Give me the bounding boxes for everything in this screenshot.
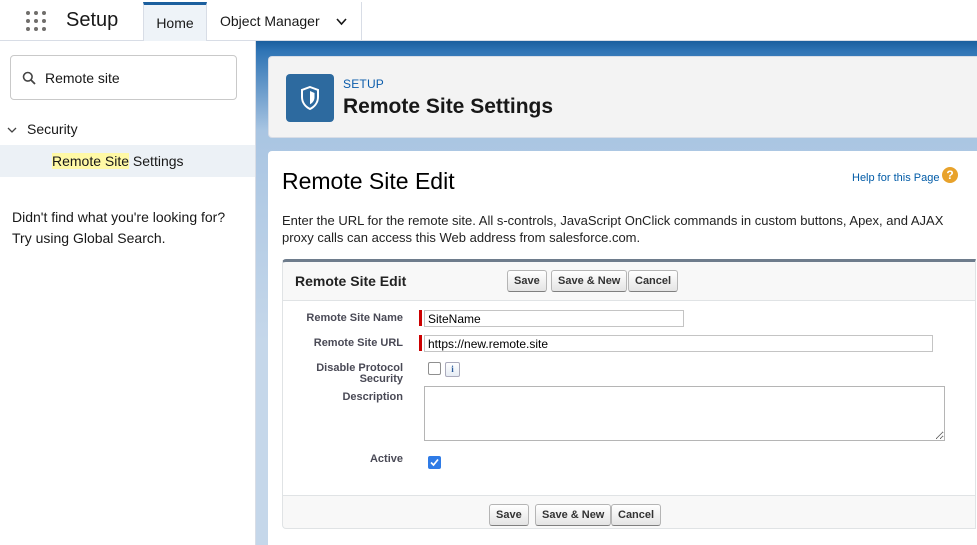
setup-badge xyxy=(286,74,334,122)
help-link[interactable]: Help for this Page xyxy=(852,172,939,184)
global-navigation: Setup Home Object Manager xyxy=(0,0,977,41)
not-found-line: Didn't find what you're looking for? xyxy=(12,209,226,225)
tree-item-label-rest: Settings xyxy=(129,153,184,169)
cancel-button-bottom[interactable]: Cancel xyxy=(611,504,662,526)
quick-find-box[interactable] xyxy=(10,55,237,100)
page-block-title: Remote Site Edit xyxy=(295,273,407,289)
disable-protocol-security-checkbox[interactable] xyxy=(428,362,441,375)
not-found-message: Didn't find what you're looking for? Try… xyxy=(12,207,248,249)
shield-icon xyxy=(301,86,319,110)
tree-item-label: Remote Site Settings xyxy=(52,153,184,169)
app-launcher-icon[interactable] xyxy=(26,11,48,33)
required-indicator xyxy=(419,335,422,351)
active-label: Active xyxy=(369,453,403,465)
remote-site-name-input[interactable] xyxy=(424,310,684,327)
search-match-highlight: Remote Site xyxy=(52,153,130,169)
description-textarea[interactable] xyxy=(424,386,945,441)
active-checkbox[interactable] xyxy=(428,456,441,469)
intro-text: Enter the URL for the remote site. All s… xyxy=(282,213,944,245)
remote-site-name-label: Remote Site Name xyxy=(306,312,403,324)
remote-site-url-input[interactable] xyxy=(424,335,933,352)
page-header: SETUP Remote Site Settings xyxy=(268,56,977,138)
tab-home[interactable]: Home xyxy=(143,2,207,41)
global-search-hint: Try using Global Search. xyxy=(12,230,166,246)
checkmark-icon xyxy=(430,458,439,467)
save-button[interactable]: Save xyxy=(507,270,547,292)
quick-find-input[interactable] xyxy=(45,67,225,89)
tree-item-label: Security xyxy=(27,121,78,137)
content-panel: Remote Site Edit Help for this Page ? En… xyxy=(268,151,977,545)
save-and-new-button[interactable]: Save & New xyxy=(551,270,628,292)
content-title: Remote Site Edit xyxy=(282,168,455,194)
cancel-button[interactable]: Cancel xyxy=(628,270,679,292)
tree-item-security[interactable]: Security xyxy=(0,119,255,141)
label-line: Security xyxy=(359,373,403,385)
disable-protocol-security-label: Disable Protocol Security xyxy=(293,363,403,385)
tab-object-manager[interactable]: Object Manager xyxy=(208,2,362,41)
setup-sidebar: Security Remote Site Settings Didn't fin… xyxy=(0,41,256,545)
required-indicator xyxy=(419,310,422,326)
help-icon[interactable]: ? xyxy=(942,167,958,183)
tab-object-manager-label: Object Manager xyxy=(220,13,320,29)
page-title: Remote Site Settings xyxy=(343,95,554,118)
info-icon[interactable]: i xyxy=(445,362,460,377)
breadcrumb: SETUP xyxy=(343,77,385,91)
save-button-bottom[interactable]: Save xyxy=(489,504,529,526)
save-and-new-button-bottom[interactable]: Save & New xyxy=(535,504,612,526)
search-icon xyxy=(22,71,36,85)
tree-item-remote-site-settings[interactable]: Remote Site Settings xyxy=(0,145,255,177)
form-body: Remote Site Name Remote Site URL Disable… xyxy=(283,300,975,496)
app-name: Setup xyxy=(66,9,119,31)
edit-page-block: Remote Site Edit Save Save & New Cancel … xyxy=(282,259,976,529)
remote-site-url-label: Remote Site URL xyxy=(313,337,403,349)
description-label: Description xyxy=(342,391,403,403)
chevron-down-icon[interactable] xyxy=(336,16,347,27)
chevron-down-icon[interactable] xyxy=(7,125,17,135)
main-region: SETUP Remote Site Settings Remote Site E… xyxy=(256,41,977,545)
